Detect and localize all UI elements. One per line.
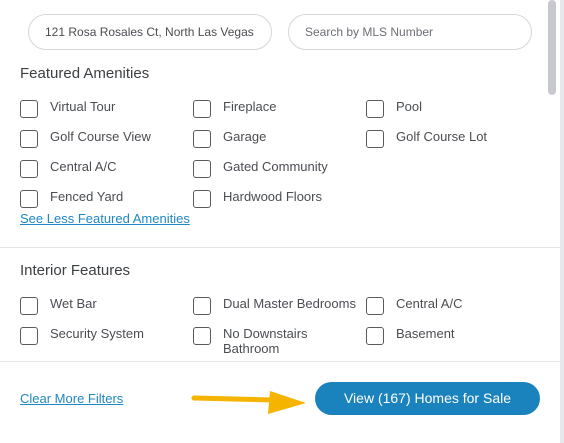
checkbox-label: Basement xyxy=(396,326,455,341)
checkbox[interactable] xyxy=(20,297,38,315)
checkbox[interactable] xyxy=(20,130,38,148)
view-homes-button[interactable]: View (167) Homes for Sale xyxy=(315,382,540,415)
address-search-input[interactable] xyxy=(28,14,272,50)
checkbox[interactable] xyxy=(20,160,38,178)
checkbox-label: Golf Course Lot xyxy=(396,129,488,144)
interior-dual-master-bedrooms[interactable]: Dual Master Bedrooms xyxy=(193,296,356,315)
scrollbar-thumb[interactable] xyxy=(548,0,556,95)
checkbox[interactable] xyxy=(20,327,38,345)
checkbox[interactable] xyxy=(20,100,38,118)
mls-search-input[interactable] xyxy=(288,14,532,50)
filters-panel: Featured Amenities Virtual Tour Fireplac… xyxy=(0,0,560,443)
checkbox-label: No Downstairs Bathroom xyxy=(223,326,308,356)
amenity-hardwood-floors[interactable]: Hardwood Floors xyxy=(193,189,322,208)
section-divider xyxy=(0,247,560,248)
checkbox-label: Fireplace xyxy=(223,99,277,114)
checkbox-label: Central A/C xyxy=(50,159,117,174)
filters-footer: Clear More Filters View (167) Homes for … xyxy=(0,361,560,443)
checkbox-label: Dual Master Bedrooms xyxy=(223,296,356,311)
checkbox[interactable] xyxy=(193,130,211,148)
checkbox-label: Wet Bar xyxy=(50,296,97,311)
clear-more-filters-link[interactable]: Clear More Filters xyxy=(20,391,123,406)
checkbox[interactable] xyxy=(366,327,384,345)
checkbox-label: Gated Community xyxy=(223,159,328,174)
arrow-right-icon xyxy=(191,391,306,414)
see-less-amenities-link[interactable]: See Less Featured Amenities xyxy=(20,211,190,226)
interior-wet-bar[interactable]: Wet Bar xyxy=(20,296,97,315)
page-edge xyxy=(560,0,564,443)
amenity-golf-course-view[interactable]: Golf Course View xyxy=(20,129,151,148)
amenity-golf-course-lot[interactable]: Golf Course Lot xyxy=(366,129,487,148)
amenity-fireplace[interactable]: Fireplace xyxy=(193,99,276,118)
amenity-central-ac[interactable]: Central A/C xyxy=(20,159,116,178)
checkbox[interactable] xyxy=(20,190,38,208)
interior-security-system[interactable]: Security System xyxy=(20,326,144,345)
checkbox[interactable] xyxy=(366,130,384,148)
featured-amenities-title: Featured Amenities xyxy=(20,65,150,82)
checkbox[interactable] xyxy=(193,190,211,208)
interior-features-title: Interior Features xyxy=(20,262,131,279)
checkbox-label: Garage xyxy=(223,129,267,144)
amenity-pool[interactable]: Pool xyxy=(366,99,422,118)
checkbox[interactable] xyxy=(366,100,384,118)
amenity-virtual-tour[interactable]: Virtual Tour xyxy=(20,99,115,118)
checkbox-label: Pool xyxy=(396,99,423,114)
checkbox-label: Fenced Yard xyxy=(50,189,124,204)
checkbox-label: Golf Course View xyxy=(50,129,151,144)
interior-central-ac[interactable]: Central A/C xyxy=(366,296,462,315)
interior-no-downstairs-bathroom[interactable]: No Downstairs Bathroom xyxy=(193,326,333,356)
checkbox[interactable] xyxy=(366,297,384,315)
checkbox-label: Security System xyxy=(50,326,144,341)
checkbox[interactable] xyxy=(193,100,211,118)
checkbox[interactable] xyxy=(193,327,211,345)
amenity-fenced-yard[interactable]: Fenced Yard xyxy=(20,189,123,208)
amenity-gated-community[interactable]: Gated Community xyxy=(193,159,328,178)
checkbox-label: Hardwood Floors xyxy=(223,189,322,204)
amenity-garage[interactable]: Garage xyxy=(193,129,266,148)
checkbox[interactable] xyxy=(193,297,211,315)
interior-basement[interactable]: Basement xyxy=(366,326,455,345)
checkbox-label: Virtual Tour xyxy=(50,99,116,114)
checkbox[interactable] xyxy=(193,160,211,178)
checkbox-label: Central A/C xyxy=(396,296,463,311)
